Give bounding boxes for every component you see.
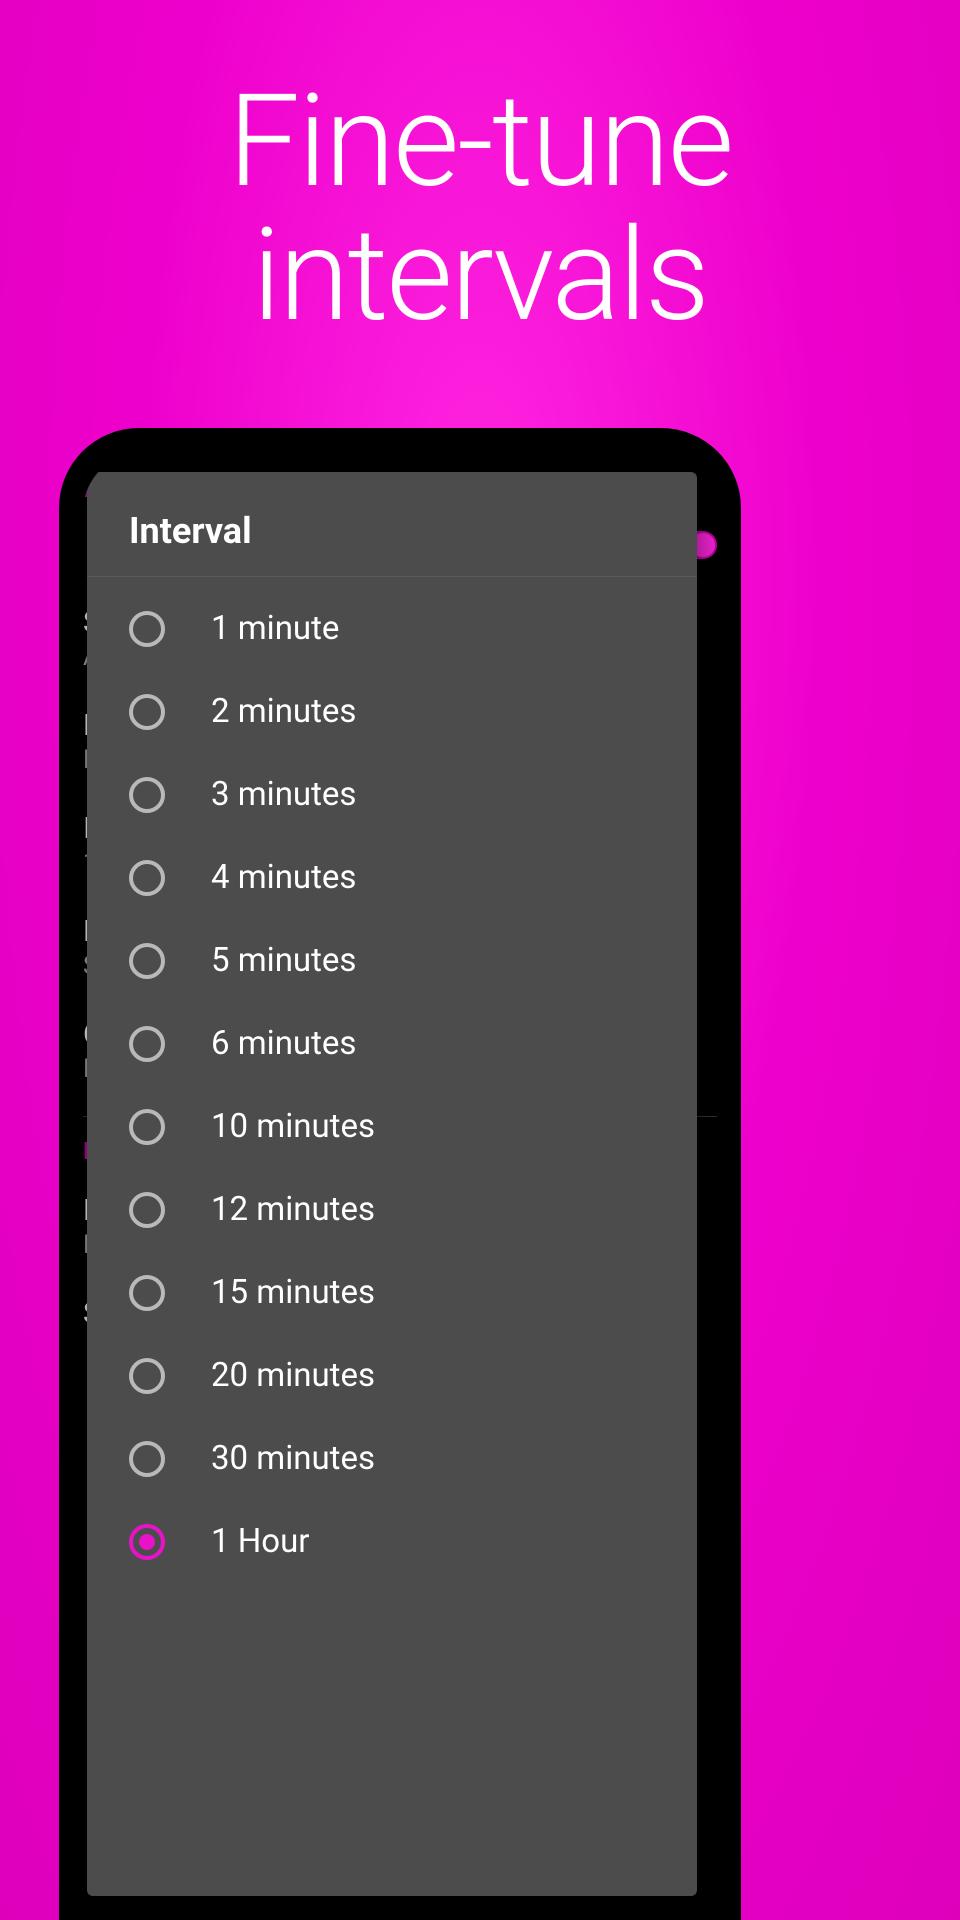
- radio-icon: [129, 943, 165, 979]
- dialog-title: Interval: [129, 510, 655, 552]
- interval-option-label: 1 Hour: [211, 1522, 309, 1561]
- phone-screen: no StAEPI1DS SaORi N NDSpeaking Interval…: [83, 452, 717, 1896]
- interval-option-label: 15 minutes: [211, 1273, 375, 1312]
- interval-option[interactable]: 3 minutes: [87, 753, 697, 836]
- interval-option[interactable]: 12 minutes: [87, 1168, 697, 1251]
- radio-icon: [129, 860, 165, 896]
- interval-option-label: 5 minutes: [211, 941, 356, 980]
- interval-option[interactable]: 5 minutes: [87, 919, 697, 1002]
- dialog-header: Interval: [87, 472, 697, 577]
- radio-icon: [129, 1441, 165, 1477]
- interval-option[interactable]: 15 minutes: [87, 1251, 697, 1334]
- hero-title-line2: intervals: [0, 209, 960, 343]
- phone-frame: no StAEPI1DS SaORi N NDSpeaking Interval…: [59, 428, 741, 1920]
- interval-option-label: 1 minute: [211, 609, 339, 648]
- interval-option-label: 6 minutes: [211, 1024, 356, 1063]
- interval-option-label: 30 minutes: [211, 1439, 375, 1478]
- interval-option[interactable]: 20 minutes: [87, 1334, 697, 1417]
- interval-option[interactable]: 1 Hour: [87, 1500, 697, 1583]
- radio-icon: [129, 694, 165, 730]
- radio-selected-icon: [129, 1524, 165, 1560]
- radio-icon: [129, 1358, 165, 1394]
- radio-icon: [129, 1109, 165, 1145]
- radio-icon: [129, 1026, 165, 1062]
- interval-option[interactable]: 4 minutes: [87, 836, 697, 919]
- interval-option[interactable]: 1 minute: [87, 587, 697, 670]
- radio-icon: [129, 611, 165, 647]
- interval-option-label: 20 minutes: [211, 1356, 375, 1395]
- interval-option[interactable]: 10 minutes: [87, 1085, 697, 1168]
- interval-option-label: 4 minutes: [211, 858, 356, 897]
- interval-option[interactable]: 6 minutes: [87, 1002, 697, 1085]
- interval-option[interactable]: 30 minutes: [87, 1417, 697, 1500]
- interval-option-label: 12 minutes: [211, 1190, 375, 1229]
- radio-icon: [129, 777, 165, 813]
- interval-option-label: 3 minutes: [211, 775, 356, 814]
- interval-dialog: Interval 1 minute 2 minutes 3 minutes 4 min…: [87, 472, 697, 1896]
- hero-title-line1: Fine-tune: [0, 75, 960, 209]
- interval-option[interactable]: 2 minutes: [87, 670, 697, 753]
- radio-icon: [129, 1192, 165, 1228]
- radio-icon: [129, 1275, 165, 1311]
- hero-title: Fine-tune intervals: [0, 75, 960, 344]
- interval-option-label: 2 minutes: [211, 692, 356, 731]
- option-list: 1 minute 2 minutes 3 minutes 4 minutes 5 min…: [87, 577, 697, 1593]
- interval-option-label: 10 minutes: [211, 1107, 375, 1146]
